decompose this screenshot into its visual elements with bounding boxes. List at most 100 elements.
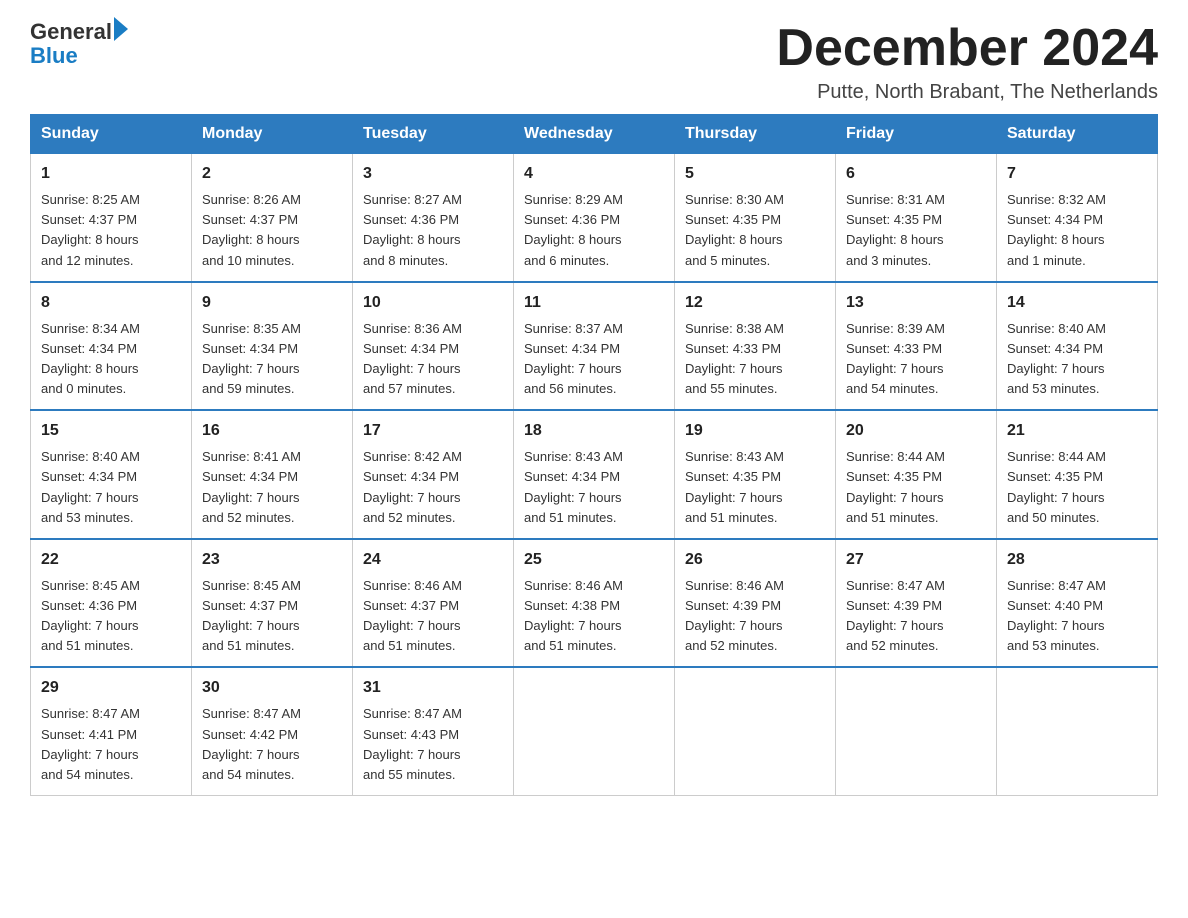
day-info: Sunrise: 8:46 AM Sunset: 4:39 PM Dayligh…	[685, 576, 825, 657]
logo: General Blue	[30, 20, 128, 68]
calendar-cell: 10 Sunrise: 8:36 AM Sunset: 4:34 PM Dayli…	[353, 282, 514, 411]
calendar-cell: 12Sunrise: 8:38 AM Sunset: 4:33 PM Dayli…	[675, 282, 836, 411]
day-number: 21	[1007, 419, 1147, 443]
day-info: Sunrise: 8:42 AM Sunset: 4:34 PM Dayligh…	[363, 447, 503, 528]
calendar-cell: 19 Sunrise: 8:43 AM Sunset: 4:35 PM Dayli…	[675, 410, 836, 539]
weekday-header-thursday: Thursday	[675, 115, 836, 154]
calendar-cell	[514, 667, 675, 795]
day-info: Sunrise: 8:40 AM Sunset: 4:34 PM Dayligh…	[1007, 319, 1147, 400]
day-number: 26	[685, 548, 825, 572]
calendar-cell: 13 Sunrise: 8:39 AM Sunset: 4:33 PM Dayli…	[836, 282, 997, 411]
day-info: Sunrise: 8:47 AM Sunset: 4:39 PM Dayligh…	[846, 576, 986, 657]
weekday-header-wednesday: Wednesday	[514, 115, 675, 154]
calendar-cell: 4 Sunrise: 8:29 AM Sunset: 4:36 PM Daylig…	[514, 154, 675, 282]
day-info: Sunrise: 8:34 AM Sunset: 4:34 PM Dayligh…	[41, 319, 181, 400]
page-header: General Blue December 2024 Putte, North …	[30, 20, 1158, 104]
day-info: Sunrise: 8:32 AM Sunset: 4:34 PM Dayligh…	[1007, 190, 1147, 271]
day-info: Sunrise: 8:47 AM Sunset: 4:42 PM Dayligh…	[202, 704, 342, 785]
weekday-header-saturday: Saturday	[997, 115, 1158, 154]
calendar-cell: 7 Sunrise: 8:32 AM Sunset: 4:34 PM Daylig…	[997, 154, 1158, 282]
day-number: 8	[41, 291, 181, 315]
logo-triangle-icon	[114, 17, 128, 41]
day-info: Sunrise: 8:31 AM Sunset: 4:35 PM Dayligh…	[846, 190, 986, 271]
calendar-cell: 1 Sunrise: 8:25 AM Sunset: 4:37 PM Daylig…	[31, 154, 192, 282]
day-info: Sunrise: 8:35 AM Sunset: 4:34 PM Dayligh…	[202, 319, 342, 400]
day-number: 23	[202, 548, 342, 572]
weekday-header-sunday: Sunday	[31, 115, 192, 154]
calendar-cell: 22 Sunrise: 8:45 AM Sunset: 4:36 PM Dayli…	[31, 539, 192, 668]
calendar-cell: 14 Sunrise: 8:40 AM Sunset: 4:34 PM Dayli…	[997, 282, 1158, 411]
weekday-header-tuesday: Tuesday	[353, 115, 514, 154]
calendar-cell: 3 Sunrise: 8:27 AM Sunset: 4:36 PM Daylig…	[353, 154, 514, 282]
day-info: Sunrise: 8:44 AM Sunset: 4:35 PM Dayligh…	[1007, 447, 1147, 528]
calendar-week-row: 8 Sunrise: 8:34 AM Sunset: 4:34 PM Daylig…	[31, 282, 1158, 411]
day-number: 6	[846, 162, 986, 186]
day-number: 25	[524, 548, 664, 572]
calendar-cell: 20 Sunrise: 8:44 AM Sunset: 4:35 PM Dayli…	[836, 410, 997, 539]
day-info: Sunrise: 8:40 AM Sunset: 4:34 PM Dayligh…	[41, 447, 181, 528]
calendar-cell: 5Sunrise: 8:30 AM Sunset: 4:35 PM Daylig…	[675, 154, 836, 282]
day-info: Sunrise: 8:46 AM Sunset: 4:38 PM Dayligh…	[524, 576, 664, 657]
day-number: 7	[1007, 162, 1147, 186]
calendar-week-row: 29 Sunrise: 8:47 AM Sunset: 4:41 PM Dayli…	[31, 667, 1158, 795]
day-number: 11	[524, 291, 664, 315]
day-info: Sunrise: 8:45 AM Sunset: 4:37 PM Dayligh…	[202, 576, 342, 657]
day-number: 13	[846, 291, 986, 315]
calendar-cell: 6 Sunrise: 8:31 AM Sunset: 4:35 PM Daylig…	[836, 154, 997, 282]
day-number: 3	[363, 162, 503, 186]
day-info: Sunrise: 8:47 AM Sunset: 4:41 PM Dayligh…	[41, 704, 181, 785]
calendar-cell: 29 Sunrise: 8:47 AM Sunset: 4:41 PM Dayli…	[31, 667, 192, 795]
day-number: 17	[363, 419, 503, 443]
day-number: 14	[1007, 291, 1147, 315]
day-info: Sunrise: 8:43 AM Sunset: 4:34 PM Dayligh…	[524, 447, 664, 528]
day-number: 29	[41, 676, 181, 700]
day-number: 27	[846, 548, 986, 572]
calendar-cell	[836, 667, 997, 795]
calendar-cell: 25 Sunrise: 8:46 AM Sunset: 4:38 PM Dayli…	[514, 539, 675, 668]
day-info: Sunrise: 8:44 AM Sunset: 4:35 PM Dayligh…	[846, 447, 986, 528]
day-number: 19	[685, 419, 825, 443]
calendar-cell: 23 Sunrise: 8:45 AM Sunset: 4:37 PM Dayli…	[192, 539, 353, 668]
day-number: 2	[202, 162, 342, 186]
day-number: 22	[41, 548, 181, 572]
day-info: Sunrise: 8:45 AM Sunset: 4:36 PM Dayligh…	[41, 576, 181, 657]
day-number: 18	[524, 419, 664, 443]
calendar-cell: 21 Sunrise: 8:44 AM Sunset: 4:35 PM Dayli…	[997, 410, 1158, 539]
calendar-cell: 30 Sunrise: 8:47 AM Sunset: 4:42 PM Dayli…	[192, 667, 353, 795]
day-info: Sunrise: 8:27 AM Sunset: 4:36 PM Dayligh…	[363, 190, 503, 271]
day-info: Sunrise: 8:47 AM Sunset: 4:40 PM Dayligh…	[1007, 576, 1147, 657]
day-info: Sunrise: 8:30 AM Sunset: 4:35 PM Dayligh…	[685, 190, 825, 271]
day-info: Sunrise: 8:29 AM Sunset: 4:36 PM Dayligh…	[524, 190, 664, 271]
weekday-header-row: SundayMondayTuesdayWednesdayThursdayFrid…	[31, 115, 1158, 154]
calendar-cell: 28 Sunrise: 8:47 AM Sunset: 4:40 PM Dayli…	[997, 539, 1158, 668]
day-info: Sunrise: 8:37 AM Sunset: 4:34 PM Dayligh…	[524, 319, 664, 400]
calendar-cell: 18 Sunrise: 8:43 AM Sunset: 4:34 PM Dayli…	[514, 410, 675, 539]
month-title: December 2024	[776, 20, 1158, 77]
weekday-header-friday: Friday	[836, 115, 997, 154]
calendar-week-row: 1 Sunrise: 8:25 AM Sunset: 4:37 PM Daylig…	[31, 154, 1158, 282]
calendar-cell: 24Sunrise: 8:46 AM Sunset: 4:37 PM Dayli…	[353, 539, 514, 668]
day-number: 9	[202, 291, 342, 315]
day-info: Sunrise: 8:43 AM Sunset: 4:35 PM Dayligh…	[685, 447, 825, 528]
day-number: 20	[846, 419, 986, 443]
day-info: Sunrise: 8:36 AM Sunset: 4:34 PM Dayligh…	[363, 319, 503, 400]
day-number: 1	[41, 162, 181, 186]
day-number: 24	[363, 548, 503, 572]
day-number: 28	[1007, 548, 1147, 572]
day-info: Sunrise: 8:39 AM Sunset: 4:33 PM Dayligh…	[846, 319, 986, 400]
logo-general: General	[30, 20, 112, 44]
title-section: December 2024 Putte, North Brabant, The …	[776, 20, 1158, 104]
day-number: 31	[363, 676, 503, 700]
day-number: 12	[685, 291, 825, 315]
day-info: Sunrise: 8:25 AM Sunset: 4:37 PM Dayligh…	[41, 190, 181, 271]
day-number: 10	[363, 291, 503, 315]
calendar-cell: 11 Sunrise: 8:37 AM Sunset: 4:34 PM Dayli…	[514, 282, 675, 411]
day-info: Sunrise: 8:41 AM Sunset: 4:34 PM Dayligh…	[202, 447, 342, 528]
day-number: 15	[41, 419, 181, 443]
calendar-cell: 15 Sunrise: 8:40 AM Sunset: 4:34 PM Dayli…	[31, 410, 192, 539]
calendar-cell: 2Sunrise: 8:26 AM Sunset: 4:37 PM Daylig…	[192, 154, 353, 282]
calendar-cell: 26 Sunrise: 8:46 AM Sunset: 4:39 PM Dayli…	[675, 539, 836, 668]
day-number: 4	[524, 162, 664, 186]
day-number: 30	[202, 676, 342, 700]
calendar-week-row: 22 Sunrise: 8:45 AM Sunset: 4:36 PM Dayli…	[31, 539, 1158, 668]
